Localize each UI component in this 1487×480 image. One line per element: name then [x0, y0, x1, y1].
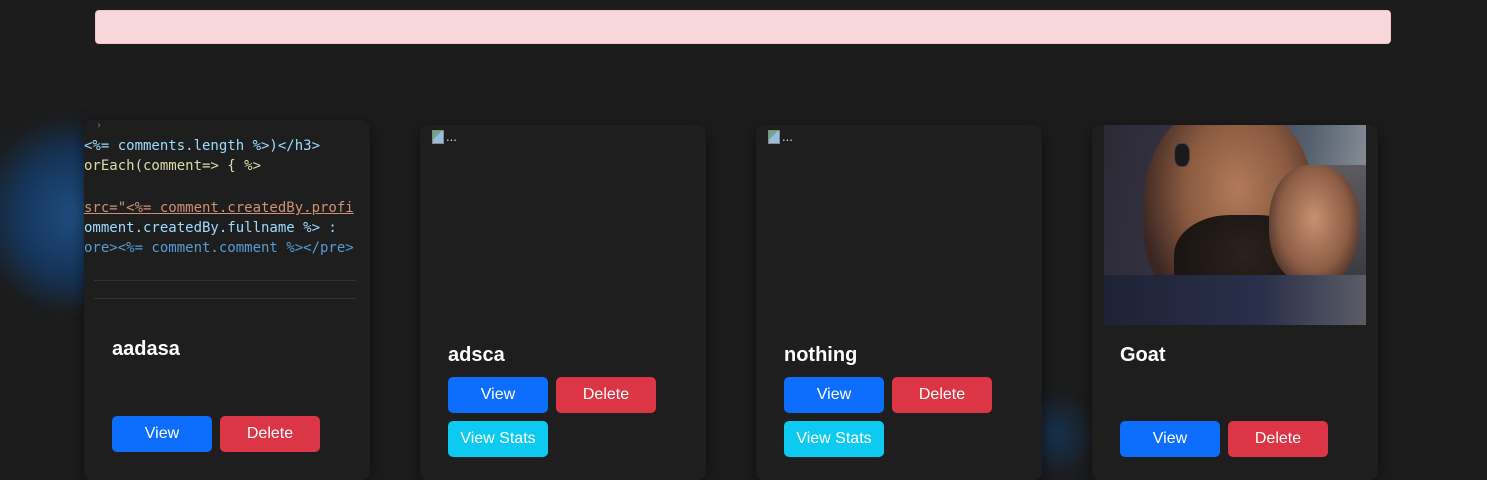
card-image-broken: ... [768, 129, 793, 144]
view-stats-button[interactable]: View Stats [448, 421, 548, 457]
delete-button[interactable]: Delete [556, 377, 656, 413]
image-alt-text: ... [446, 129, 457, 144]
code-line-5: ore><%= comment.comment %></pre> [84, 240, 354, 256]
blog-card-4: Goat View Delete [1092, 125, 1378, 480]
card-image-broken: ... [432, 129, 457, 144]
code-divider [94, 280, 356, 281]
view-button[interactable]: View [448, 377, 548, 413]
view-stats-button[interactable]: View Stats [784, 421, 884, 457]
delete-button[interactable]: Delete [892, 377, 992, 413]
blog-card-3: ... nothing View Delete View Stats [756, 125, 1042, 480]
code-line-4: omment.createdBy.fullname %> : [84, 220, 337, 236]
view-button[interactable]: View [112, 416, 212, 452]
card-title: aadasa [112, 338, 180, 360]
card-title: nothing [784, 344, 858, 366]
card-image-code-screenshot: › <%= comments.length %>)</h3> orEach(co… [84, 120, 370, 320]
alert-banner [95, 10, 1391, 44]
delete-button[interactable]: Delete [1228, 421, 1328, 457]
image-alt-text: ... [782, 129, 793, 144]
card-title: adsca [448, 344, 505, 366]
blog-card-2: ... adsca View Delete View Stats [420, 125, 706, 480]
code-divider [94, 298, 356, 299]
code-line-3: src="<%= comment.createdBy.profi [84, 200, 354, 216]
card-image-photo [1104, 125, 1366, 325]
earbud [1174, 143, 1190, 167]
card-title: Goat [1120, 344, 1166, 366]
broken-image-icon [432, 129, 444, 144]
broken-image-icon [768, 129, 780, 144]
view-button[interactable]: View [1120, 421, 1220, 457]
view-button[interactable]: View [784, 377, 884, 413]
blog-card-1: › <%= comments.length %>)</h3> orEach(co… [84, 120, 370, 480]
delete-button[interactable]: Delete [220, 416, 320, 452]
code-line-1: <%= comments.length %>)</h3> [84, 138, 321, 154]
code-line-2: orEach(comment=> { %> [84, 158, 262, 174]
